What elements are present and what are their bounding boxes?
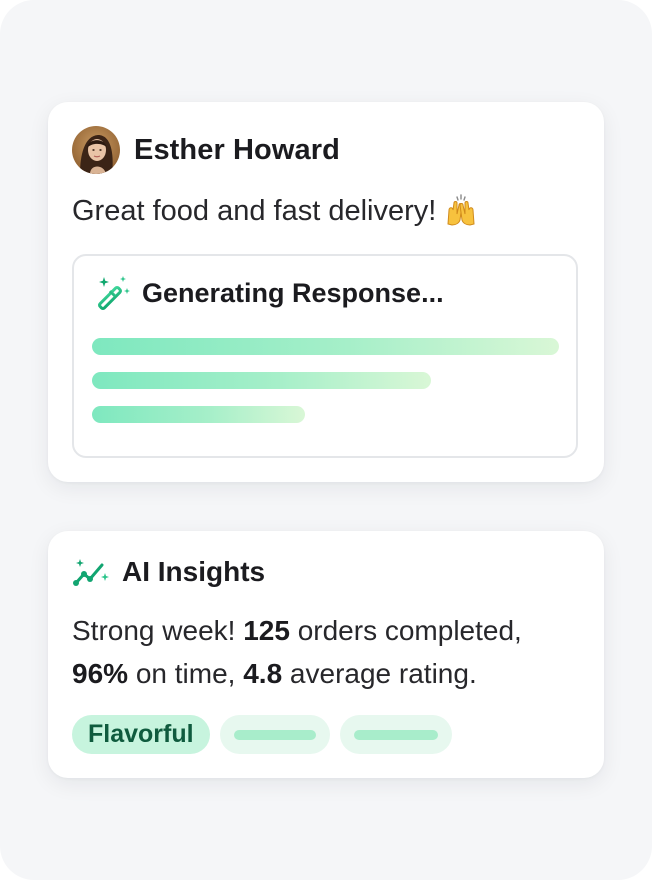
loading-bar <box>92 338 559 355</box>
insight-tags: Flavorful <box>72 715 452 754</box>
generating-response-panel: Generating Response... <box>72 254 578 458</box>
app-frame: Esther Howard Great food and fast delive… <box>0 0 652 880</box>
orders-count: 125 <box>243 615 290 646</box>
loading-bar <box>92 406 305 423</box>
insights-header: AI Insights <box>72 555 265 589</box>
tag-placeholder <box>339 715 452 754</box>
loading-bar <box>92 372 431 389</box>
review-message: Great food and fast delivery! <box>72 194 437 227</box>
placeholder-fill <box>233 729 316 740</box>
tag-flavorful[interactable]: Flavorful <box>72 715 210 754</box>
average-rating: 4.8 <box>243 658 283 689</box>
on-time-percent: 96% <box>72 658 129 689</box>
insights-title: AI Insights <box>122 556 266 587</box>
summary-text: orders completed, <box>289 615 522 646</box>
avatar[interactable] <box>72 126 120 174</box>
generating-header: Generating Response... <box>94 274 444 312</box>
sparkle-trend-icon <box>72 555 112 589</box>
raised-hands-icon <box>444 194 478 228</box>
tag-placeholder <box>219 715 330 754</box>
review-card: Esther Howard Great food and fast delive… <box>48 102 604 482</box>
magic-wand-icon <box>94 274 132 312</box>
review-author: Esther Howard <box>72 125 340 175</box>
review-text: Great food and fast delivery! <box>72 194 478 228</box>
author-name: Esther Howard <box>134 133 340 166</box>
summary-text: Strong week! <box>72 615 244 646</box>
summary-text: on time, <box>128 658 244 689</box>
placeholder-fill <box>353 729 438 740</box>
generating-title: Generating Response... <box>142 277 444 308</box>
summary-text: average rating. <box>282 658 477 689</box>
insights-summary: Strong week! 125 orders completed, 96% on… <box>72 609 587 695</box>
ai-insights-card: AI Insights Strong week! 125 orders comp… <box>48 531 604 778</box>
